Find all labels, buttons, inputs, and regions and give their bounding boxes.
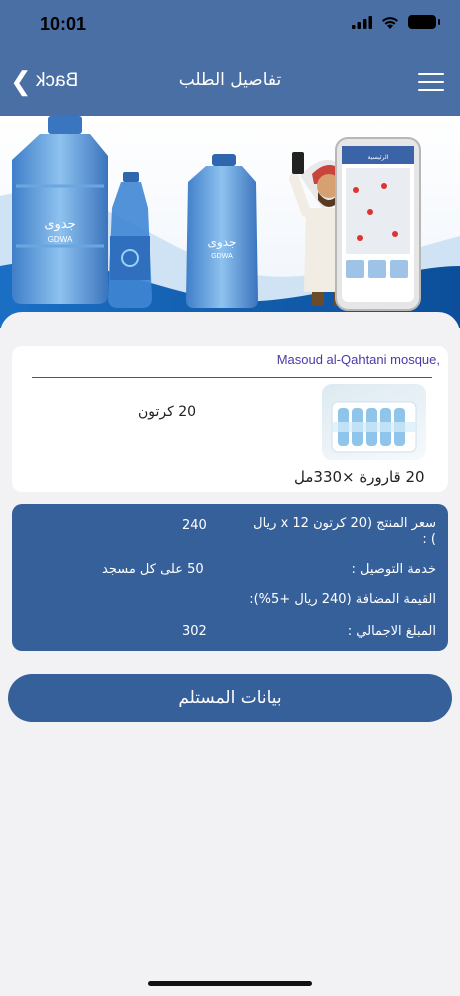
water-bottle-icon bbox=[108, 172, 152, 308]
product-price-label: سعر المنتج (20 كرتون x 12 ريال bbox=[253, 516, 436, 531]
status-time: 10:01 bbox=[40, 14, 87, 34]
delivery-address: Masoud al-Qahtani mosque, bbox=[276, 352, 440, 367]
water-gallon-icon: جدوى GDWA bbox=[186, 154, 258, 308]
svg-text:GDWA: GDWA bbox=[48, 235, 73, 244]
signal-icon bbox=[352, 15, 372, 29]
product-price-label-cont: ) : bbox=[422, 532, 436, 547]
status-icons bbox=[352, 15, 440, 29]
promo-banner: جدوى GDWA جدوى GDWA الرئيسية bbox=[0, 116, 460, 328]
phone-app-illustration: الرئيسية bbox=[335, 137, 421, 311]
hamburger-menu-icon[interactable] bbox=[418, 73, 444, 91]
svg-text:GDWA: GDWA bbox=[211, 253, 233, 260]
product-description: 20 قارورة ×330مل bbox=[294, 468, 425, 486]
order-address-card: Masoud al-Qahtani mosque, 20 كرتون 20 قا… bbox=[12, 346, 448, 492]
delivery-value: 50 على كل مسجد bbox=[102, 562, 204, 577]
battery-icon bbox=[408, 15, 440, 29]
svg-text:جدوى: جدوى bbox=[44, 217, 75, 232]
svg-text:جدوى: جدوى bbox=[208, 235, 237, 250]
total-label: المبلغ الاجمالي : bbox=[347, 624, 436, 639]
home-indicator bbox=[148, 981, 312, 986]
delivery-label: خدمة التوصيل : bbox=[351, 562, 436, 577]
page-title: تفاصيل الطلب bbox=[178, 70, 282, 90]
divider bbox=[32, 377, 432, 378]
product-price-value: 240 bbox=[182, 518, 207, 533]
banner-illustration: جدوى GDWA جدوى GDWA الرئيسية bbox=[0, 116, 460, 328]
svg-text:الرئيسية: الرئيسية bbox=[368, 154, 389, 161]
product-image bbox=[322, 384, 426, 460]
app-header: 10:01 ❮ Back تفاصيل الطلب bbox=[0, 0, 460, 116]
water-jug-icon: جدوى GDWA bbox=[12, 116, 108, 304]
water-pack-icon bbox=[331, 401, 417, 453]
price-summary-card: سعر المنتج (20 كرتون x 12 ريال ) : 240 خ… bbox=[12, 504, 448, 651]
total-value: 302 bbox=[182, 624, 207, 639]
vat-label: القيمة المضافة (240 ريال +5%): bbox=[249, 592, 436, 607]
receiver-details-button[interactable]: بيانات المستلم bbox=[8, 674, 452, 722]
order-details-sheet: Masoud al-Qahtani mosque, 20 كرتون 20 قا… bbox=[0, 312, 460, 996]
wifi-icon bbox=[382, 16, 398, 29]
product-quantity: 20 كرتون bbox=[138, 404, 197, 420]
